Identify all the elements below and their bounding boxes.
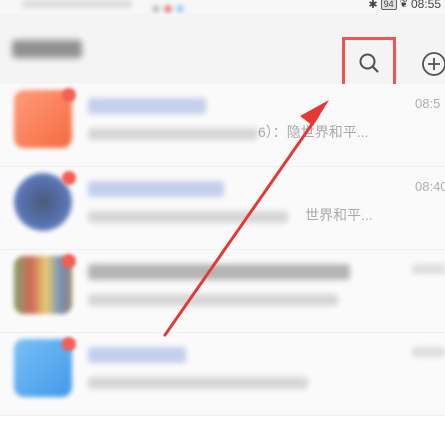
chat-name-blurred — [88, 347, 186, 363]
status-time: 08:55 — [410, 0, 441, 11]
top-header — [0, 14, 445, 89]
chat-row[interactable] — [0, 333, 445, 416]
chat-row[interactable]: 6）：隐世界和平... 08:5 — [0, 84, 445, 167]
chat-time: 08:40 — [415, 179, 445, 194]
unread-badge — [62, 88, 76, 102]
search-button[interactable] — [342, 37, 396, 89]
status-right: ✱ 94 ❦ 08:55 — [368, 0, 441, 11]
battery-indicator: 94 — [380, 0, 397, 10]
chat-row[interactable] — [0, 250, 445, 333]
unread-badge — [62, 171, 76, 185]
status-bar: ✱ 94 ❦ 08:55 — [0, 0, 445, 14]
chat-time: 08:5 — [415, 96, 441, 111]
chat-preview-blurred — [88, 294, 338, 306]
page-title-blurred — [12, 40, 82, 58]
chat-time-blurred — [412, 264, 445, 274]
chat-name-blurred — [88, 181, 224, 197]
chat-list: 6）：隐世界和平... 08:5 世界和平... 08:40 — [0, 84, 445, 416]
chat-preview-blurred — [88, 211, 288, 223]
plus-circle-icon — [422, 52, 445, 76]
chat-name-blurred — [88, 264, 350, 280]
chat-name-blurred — [88, 98, 206, 114]
chat-preview: 6）：隐世界和平... — [258, 124, 369, 140]
bluetooth-icon: ✱ — [368, 0, 378, 11]
chat-preview-blurred — [88, 377, 308, 389]
chat-preview-blurred — [88, 128, 258, 140]
unread-badge — [62, 254, 76, 268]
unread-badge — [62, 337, 76, 351]
chat-time-blurred — [412, 347, 445, 357]
search-icon — [359, 53, 379, 73]
add-button[interactable] — [420, 50, 445, 78]
status-notification-icons — [152, 0, 194, 13]
chat-preview: 世界和平... — [305, 207, 373, 223]
chat-row[interactable]: 世界和平... 08:40 — [0, 167, 445, 250]
leaf-icon: ❦ — [399, 0, 408, 10]
status-left-blurred — [22, 0, 132, 8]
